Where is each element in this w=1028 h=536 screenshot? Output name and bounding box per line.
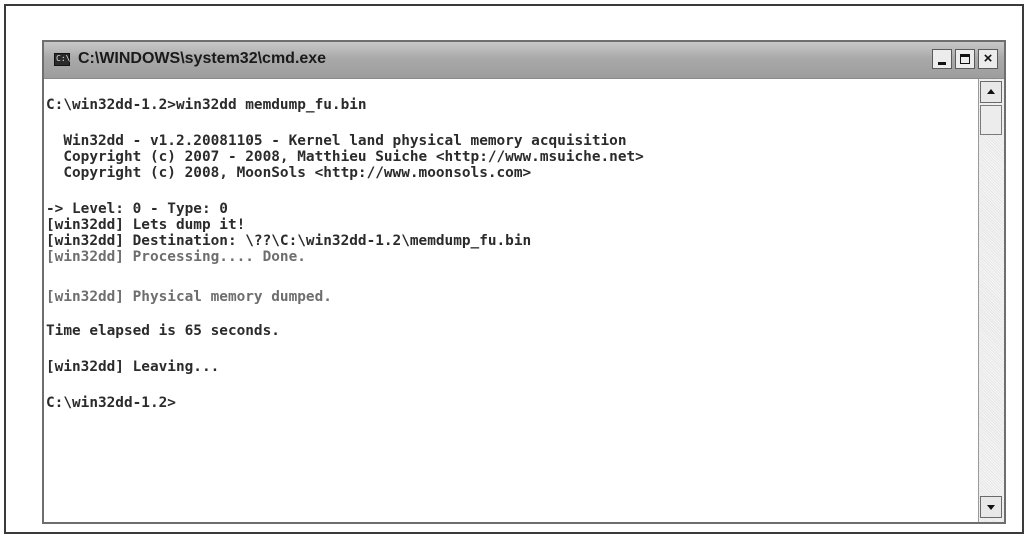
scroll-thumb[interactable] xyxy=(980,105,1002,135)
elapsed-line: Time elapsed is 65 seconds. xyxy=(46,323,280,339)
copyright-line: Copyright (c) 2008, MoonSols <http://www… xyxy=(46,165,532,181)
vertical-scrollbar[interactable] xyxy=(978,79,1004,522)
log-line: [win32dd] Lets dump it! xyxy=(46,217,246,233)
log-line: [win32dd] Processing.... Done. xyxy=(46,249,306,265)
log-line: [win32dd] Physical memory dumped. xyxy=(46,289,332,305)
console-output[interactable]: C:\win32dd-1.2>win32dd memdump_fu.bin Wi… xyxy=(44,79,978,522)
window-title: C:\WINDOWS\system32\cmd.exe xyxy=(78,50,327,67)
cmd-window: C:\WINDOWS\system32\cmd.exe × C:\win32dd… xyxy=(42,40,1006,524)
log-line: [win32dd] Destination: \??\C:\win32dd-1.… xyxy=(46,233,532,249)
scroll-up-button[interactable] xyxy=(980,81,1002,103)
prompt-line: C:\win32dd-1.2> xyxy=(46,395,176,411)
command-line: C:\win32dd-1.2>win32dd memdump_fu.bin xyxy=(46,97,367,113)
banner-line: Win32dd - v1.2.20081105 - Kernel land ph… xyxy=(46,133,627,149)
minimize-button[interactable] xyxy=(932,49,952,69)
level-line: -> Level: 0 - Type: 0 xyxy=(46,201,228,217)
maximize-icon xyxy=(960,54,970,64)
copyright-line: Copyright (c) 2007 - 2008, Matthieu Suic… xyxy=(46,149,644,165)
scroll-down-button[interactable] xyxy=(980,496,1002,518)
cmd-icon[interactable] xyxy=(54,53,70,66)
maximize-button[interactable] xyxy=(955,49,975,69)
minimize-icon xyxy=(938,62,946,65)
close-button[interactable]: × xyxy=(978,49,998,69)
log-line: [win32dd] Leaving... xyxy=(46,359,220,375)
title-bar[interactable]: C:\WINDOWS\system32\cmd.exe × xyxy=(44,42,1004,79)
scroll-down-arrow-icon xyxy=(987,505,995,510)
figure-frame: C:\WINDOWS\system32\cmd.exe × C:\win32dd… xyxy=(4,4,1024,534)
scroll-up-arrow-icon xyxy=(987,89,995,94)
